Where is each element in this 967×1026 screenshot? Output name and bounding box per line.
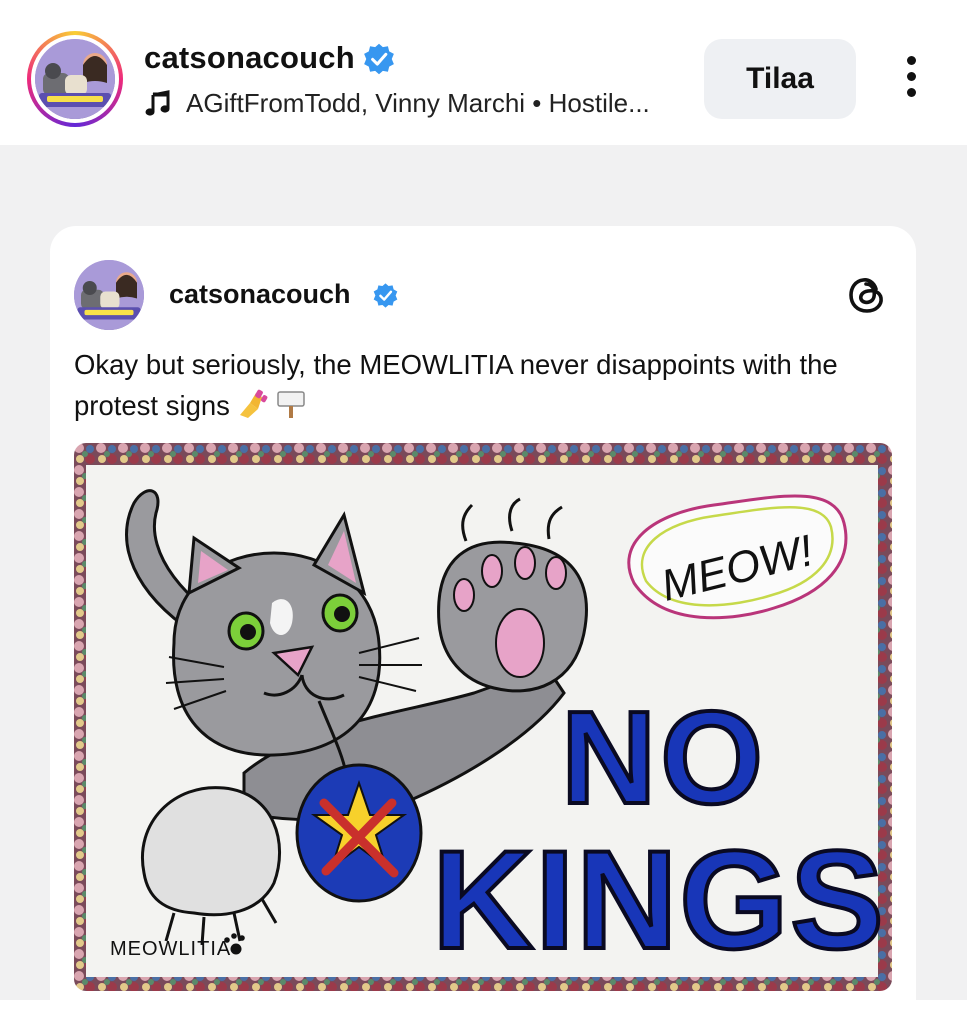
nail-polish-emoji bbox=[236, 389, 270, 430]
header-username[interactable]: catsonacouch bbox=[144, 40, 355, 76]
placard-emoji bbox=[276, 389, 306, 430]
verified-badge-icon bbox=[364, 43, 394, 75]
artist-signature: MEOWLITIA bbox=[110, 938, 231, 960]
threads-post-card[interactable]: catsonacouch Okay but seriously, the MEO… bbox=[50, 226, 916, 1026]
post-image[interactable]: MEOW! NO KINGS MEOWLITIA bbox=[74, 443, 892, 991]
verified-badge-icon bbox=[373, 283, 398, 308]
threads-icon[interactable] bbox=[846, 274, 888, 316]
post-caption: Okay but seriously, the MEOWLITIA never … bbox=[74, 344, 894, 430]
sign-headline-bottom: KINGS bbox=[432, 821, 885, 978]
music-note-icon bbox=[145, 90, 170, 116]
more-options-icon[interactable] bbox=[896, 56, 926, 102]
story-ring[interactable] bbox=[27, 31, 123, 127]
post-author-username[interactable]: catsonacouch bbox=[169, 279, 351, 310]
sign-headline-top: NO bbox=[561, 684, 767, 831]
music-attribution[interactable]: AGiftFromTodd, Vinny Marchi • Hostile... bbox=[186, 88, 650, 119]
subscribe-button[interactable]: Tilaa bbox=[704, 39, 856, 119]
post-caption-text: Okay but seriously, the MEOWLITIA never … bbox=[74, 349, 838, 421]
profile-avatar[interactable] bbox=[35, 39, 115, 119]
post-author-avatar[interactable] bbox=[74, 260, 144, 330]
reel-header: catsonacouch AGiftFromTodd, Vinny Marchi… bbox=[0, 0, 967, 145]
